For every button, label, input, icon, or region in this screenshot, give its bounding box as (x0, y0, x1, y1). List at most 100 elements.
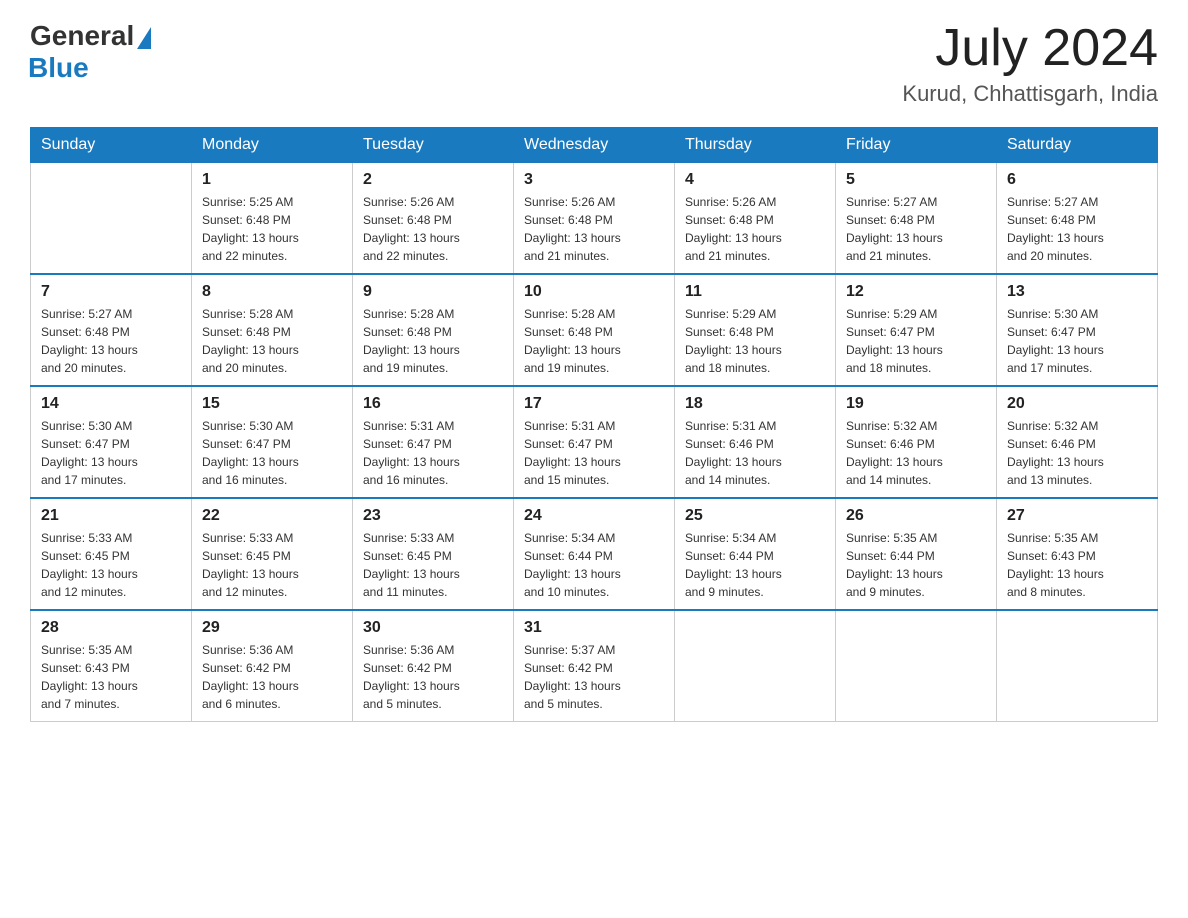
day-number: 16 (363, 395, 503, 413)
title-section: July 2024 Kurud, Chhattisgarh, India (902, 20, 1158, 107)
calendar-week-row: 21 Sunrise: 5:33 AMSunset: 6:45 PMDayligh… (31, 498, 1158, 610)
calendar-cell: 12Sunrise: 5:29 AMSunset: 6:47 PMDayligh… (836, 274, 997, 386)
calendar-cell: 22 Sunrise: 5:33 AMSunset: 6:45 PMDayligh… (192, 498, 353, 610)
day-number: 9 (363, 283, 503, 301)
header-day-thursday: Thursday (675, 128, 836, 163)
day-number: 5 (846, 171, 986, 189)
day-info: Sunrise: 5:34 AMSunset: 6:44 PMDaylight:… (685, 529, 825, 601)
logo: General Blue (30, 20, 151, 84)
day-number: 14 (41, 395, 181, 413)
day-number: 30 (363, 619, 503, 637)
day-info: Sunrise: 5:35 AMSunset: 6:43 PMDaylight:… (1007, 529, 1147, 601)
calendar-table: SundayMondayTuesdayWednesdayThursdayFrid… (30, 127, 1158, 722)
day-number: 6 (1007, 171, 1147, 189)
calendar-cell: 9 Sunrise: 5:28 AMSunset: 6:48 PMDaylight… (353, 274, 514, 386)
calendar-week-row: 14 Sunrise: 5:30 AMSunset: 6:47 PMDayligh… (31, 386, 1158, 498)
day-info: Sunrise: 5:30 AMSunset: 6:47 PMDaylight:… (41, 417, 181, 489)
calendar-cell: 31 Sunrise: 5:37 AMSunset: 6:42 PMDayligh… (514, 610, 675, 722)
logo-blue-text: Blue (28, 52, 89, 84)
header-day-saturday: Saturday (997, 128, 1158, 163)
calendar-cell: 30 Sunrise: 5:36 AMSunset: 6:42 PMDayligh… (353, 610, 514, 722)
day-number: 19 (846, 395, 986, 413)
day-number: 29 (202, 619, 342, 637)
logo-triangle-icon (137, 27, 151, 49)
day-info: Sunrise: 5:25 AMSunset: 6:48 PMDaylight:… (202, 193, 342, 265)
day-info: Sunrise: 5:34 AMSunset: 6:44 PMDaylight:… (524, 529, 664, 601)
day-number: 1 (202, 171, 342, 189)
calendar-cell: 4Sunrise: 5:26 AMSunset: 6:48 PMDaylight… (675, 163, 836, 275)
day-number: 7 (41, 283, 181, 301)
day-info: Sunrise: 5:33 AMSunset: 6:45 PMDaylight:… (202, 529, 342, 601)
calendar-cell: 7 Sunrise: 5:27 AMSunset: 6:48 PMDaylight… (31, 274, 192, 386)
day-info: Sunrise: 5:28 AMSunset: 6:48 PMDaylight:… (363, 305, 503, 377)
day-info: Sunrise: 5:30 AMSunset: 6:47 PMDaylight:… (1007, 305, 1147, 377)
calendar-cell: 16 Sunrise: 5:31 AMSunset: 6:47 PMDayligh… (353, 386, 514, 498)
header-day-monday: Monday (192, 128, 353, 163)
day-info: Sunrise: 5:27 AMSunset: 6:48 PMDaylight:… (1007, 193, 1147, 265)
day-info: Sunrise: 5:31 AMSunset: 6:47 PMDaylight:… (363, 417, 503, 489)
calendar-cell: 25 Sunrise: 5:34 AMSunset: 6:44 PMDayligh… (675, 498, 836, 610)
day-info: Sunrise: 5:35 AMSunset: 6:43 PMDaylight:… (41, 641, 181, 713)
day-info: Sunrise: 5:36 AMSunset: 6:42 PMDaylight:… (202, 641, 342, 713)
day-number: 15 (202, 395, 342, 413)
calendar-cell: 10Sunrise: 5:28 AMSunset: 6:48 PMDayligh… (514, 274, 675, 386)
day-number: 26 (846, 507, 986, 525)
day-info: Sunrise: 5:26 AMSunset: 6:48 PMDaylight:… (685, 193, 825, 265)
header-day-wednesday: Wednesday (514, 128, 675, 163)
calendar-cell: 28 Sunrise: 5:35 AMSunset: 6:43 PMDayligh… (31, 610, 192, 722)
day-info: Sunrise: 5:33 AMSunset: 6:45 PMDaylight:… (363, 529, 503, 601)
day-info: Sunrise: 5:27 AMSunset: 6:48 PMDaylight:… (846, 193, 986, 265)
calendar-cell: 24 Sunrise: 5:34 AMSunset: 6:44 PMDayligh… (514, 498, 675, 610)
calendar-cell (836, 610, 997, 722)
calendar-cell: 11Sunrise: 5:29 AMSunset: 6:48 PMDayligh… (675, 274, 836, 386)
day-number: 27 (1007, 507, 1147, 525)
day-number: 10 (524, 283, 664, 301)
calendar-cell: 2 Sunrise: 5:26 AMSunset: 6:48 PMDaylight… (353, 163, 514, 275)
calendar-cell: 5 Sunrise: 5:27 AMSunset: 6:48 PMDaylight… (836, 163, 997, 275)
day-info: Sunrise: 5:32 AMSunset: 6:46 PMDaylight:… (1007, 417, 1147, 489)
calendar-cell: 14 Sunrise: 5:30 AMSunset: 6:47 PMDayligh… (31, 386, 192, 498)
day-number: 13 (1007, 283, 1147, 301)
calendar-cell: 8Sunrise: 5:28 AMSunset: 6:48 PMDaylight… (192, 274, 353, 386)
day-number: 28 (41, 619, 181, 637)
location-subtitle: Kurud, Chhattisgarh, India (902, 81, 1158, 107)
day-number: 25 (685, 507, 825, 525)
calendar-week-row: 1 Sunrise: 5:25 AMSunset: 6:48 PMDaylight… (31, 163, 1158, 275)
calendar-cell: 13 Sunrise: 5:30 AMSunset: 6:47 PMDayligh… (997, 274, 1158, 386)
header-day-sunday: Sunday (31, 128, 192, 163)
day-info: Sunrise: 5:31 AMSunset: 6:47 PMDaylight:… (524, 417, 664, 489)
calendar-cell (675, 610, 836, 722)
day-info: Sunrise: 5:33 AMSunset: 6:45 PMDaylight:… (41, 529, 181, 601)
calendar-cell: 18Sunrise: 5:31 AMSunset: 6:46 PMDayligh… (675, 386, 836, 498)
day-number: 2 (363, 171, 503, 189)
day-number: 22 (202, 507, 342, 525)
calendar-cell: 1 Sunrise: 5:25 AMSunset: 6:48 PMDaylight… (192, 163, 353, 275)
day-number: 20 (1007, 395, 1147, 413)
day-number: 18 (685, 395, 825, 413)
day-info: Sunrise: 5:26 AMSunset: 6:48 PMDaylight:… (524, 193, 664, 265)
day-info: Sunrise: 5:37 AMSunset: 6:42 PMDaylight:… (524, 641, 664, 713)
day-number: 24 (524, 507, 664, 525)
day-number: 31 (524, 619, 664, 637)
day-number: 21 (41, 507, 181, 525)
day-number: 3 (524, 171, 664, 189)
header-day-tuesday: Tuesday (353, 128, 514, 163)
calendar-cell (31, 163, 192, 275)
calendar-cell: 27 Sunrise: 5:35 AMSunset: 6:43 PMDayligh… (997, 498, 1158, 610)
calendar-cell: 26Sunrise: 5:35 AMSunset: 6:44 PMDayligh… (836, 498, 997, 610)
day-number: 11 (685, 283, 825, 301)
day-number: 23 (363, 507, 503, 525)
calendar-cell: 3 Sunrise: 5:26 AMSunset: 6:48 PMDaylight… (514, 163, 675, 275)
page-header: General Blue July 2024 Kurud, Chhattisga… (30, 20, 1158, 107)
day-info: Sunrise: 5:28 AMSunset: 6:48 PMDaylight:… (202, 305, 342, 377)
day-info: Sunrise: 5:32 AMSunset: 6:46 PMDaylight:… (846, 417, 986, 489)
header-day-friday: Friday (836, 128, 997, 163)
day-info: Sunrise: 5:36 AMSunset: 6:42 PMDaylight:… (363, 641, 503, 713)
day-info: Sunrise: 5:26 AMSunset: 6:48 PMDaylight:… (363, 193, 503, 265)
calendar-cell: 21 Sunrise: 5:33 AMSunset: 6:45 PMDayligh… (31, 498, 192, 610)
day-info: Sunrise: 5:29 AMSunset: 6:47 PMDaylight:… (846, 305, 986, 377)
month-year-title: July 2024 (902, 20, 1158, 77)
day-info: Sunrise: 5:27 AMSunset: 6:48 PMDaylight:… (41, 305, 181, 377)
day-info: Sunrise: 5:30 AMSunset: 6:47 PMDaylight:… (202, 417, 342, 489)
calendar-cell: 23 Sunrise: 5:33 AMSunset: 6:45 PMDayligh… (353, 498, 514, 610)
